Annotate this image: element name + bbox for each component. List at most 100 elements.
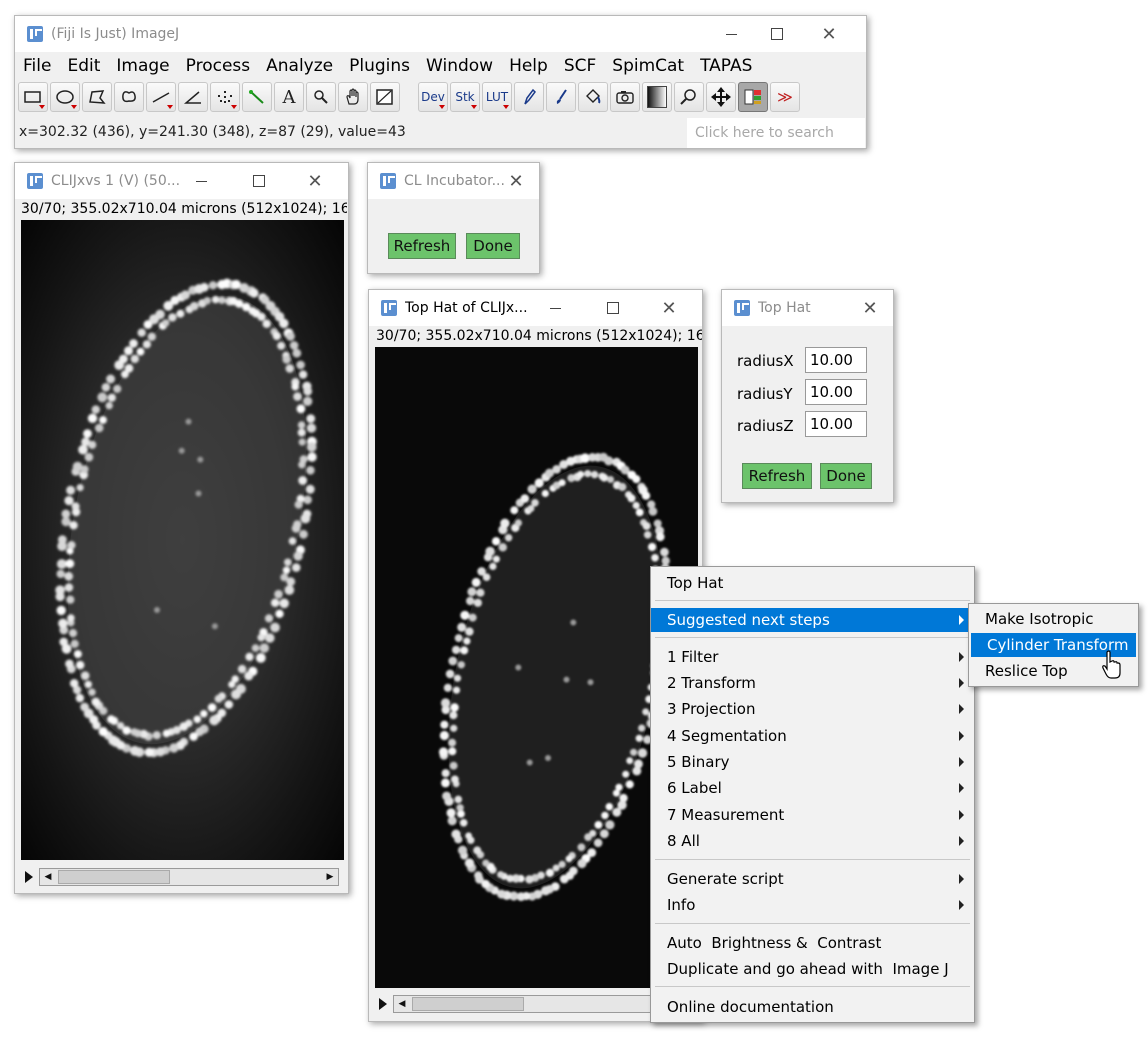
- nucleus-dot: [296, 404, 306, 414]
- menu-item-transform[interactable]: 2 Transform: [651, 671, 974, 695]
- tophat-titlebar[interactable]: Top Hat ✕: [722, 290, 893, 326]
- close-icon: ✕: [862, 297, 878, 319]
- close-button[interactable]: ✕: [806, 16, 852, 52]
- menu-item-measurement[interactable]: 7 Measurement: [651, 803, 974, 827]
- nucleus-dot: [279, 598, 290, 609]
- image1-canvas[interactable]: [21, 220, 344, 860]
- maximize-button[interactable]: [754, 16, 800, 52]
- incubator-titlebar[interactable]: CL Incubator... ✕: [368, 163, 539, 199]
- hand-tool-icon[interactable]: [338, 82, 368, 112]
- menu-plugins[interactable]: Plugins: [341, 56, 418, 76]
- pencil-tool-icon[interactable]: [514, 82, 544, 112]
- done-button[interactable]: Done: [820, 463, 872, 489]
- color-picker-tool-icon[interactable]: [370, 82, 400, 112]
- image1-slice-scroller: ◀ ▶: [25, 866, 339, 888]
- menu-edit[interactable]: Edit: [59, 56, 108, 76]
- radiusz-field[interactable]: 10.00: [805, 411, 867, 437]
- minimize-button[interactable]: [178, 163, 224, 199]
- menu-scf[interactable]: SCF: [556, 56, 604, 76]
- scroll-left-icon[interactable]: ◀: [40, 869, 56, 885]
- oval-tool-icon[interactable]: [50, 82, 80, 112]
- angle-tool-icon[interactable]: [178, 82, 208, 112]
- image1-titlebar[interactable]: CLIJxvs 1 (V) (50... ✕: [15, 163, 348, 199]
- flood-fill-tool-icon[interactable]: [578, 82, 608, 112]
- nucleus-dot: [450, 703, 459, 712]
- paintbrush-tool-icon[interactable]: [546, 82, 576, 112]
- menu-process[interactable]: Process: [178, 56, 259, 76]
- image1-scrollbar[interactable]: ◀ ▶: [39, 868, 339, 886]
- move-tool-icon[interactable]: [706, 82, 736, 112]
- menu-spimcat[interactable]: SpimCat: [604, 56, 692, 76]
- image2-scrollbar[interactable]: ◀: [393, 995, 693, 1013]
- menu-item-duplicate[interactable]: Duplicate and go ahead with Image J: [651, 957, 974, 981]
- main-titlebar[interactable]: (Fiji Is Just) ImageJ ✕: [15, 16, 866, 52]
- radiusx-field[interactable]: 10.00: [805, 347, 867, 373]
- image2-titlebar[interactable]: Top Hat of CLIJx... ✕: [369, 290, 702, 326]
- radiusy-field[interactable]: 10.00: [805, 379, 867, 405]
- close-button[interactable]: ✕: [847, 290, 893, 326]
- nucleus-dot: [303, 386, 313, 396]
- scroll-left-icon[interactable]: ◀: [394, 996, 410, 1012]
- menu-item-auto-brightness[interactable]: Auto Brightness & Contrast: [651, 931, 974, 955]
- magnifier-tool-icon[interactable]: [306, 82, 336, 112]
- menu-item-projection[interactable]: 3 Projection: [651, 697, 974, 721]
- menu-help[interactable]: Help: [501, 56, 556, 76]
- search-input[interactable]: Click here to search: [687, 118, 865, 148]
- gradient-tool-icon[interactable]: [642, 82, 672, 112]
- close-button[interactable]: ✕: [292, 163, 338, 199]
- point-tool-icon[interactable]: [210, 82, 240, 112]
- menu-item-segmentation[interactable]: 4 Segmentation: [651, 724, 974, 748]
- zoom-tool-icon[interactable]: [674, 82, 704, 112]
- maximize-button[interactable]: [590, 290, 636, 326]
- lut-menu-icon[interactable]: LUT: [482, 82, 512, 112]
- menu-file[interactable]: File: [15, 56, 59, 76]
- menu-item-filter[interactable]: 1 Filter: [651, 645, 974, 669]
- menu-item-online-documentation[interactable]: Online documentation: [651, 995, 974, 1019]
- menu-item-top-hat[interactable]: Top Hat: [651, 571, 974, 595]
- nucleus-dot: [272, 331, 281, 341]
- menu-item-generate-script[interactable]: Generate script: [651, 867, 974, 891]
- menu-tapas[interactable]: TAPAS: [692, 56, 760, 76]
- menu-item-label[interactable]: 6 Label: [651, 776, 974, 800]
- color-tool-icon[interactable]: [738, 82, 768, 112]
- rectangle-tool-icon[interactable]: [18, 82, 48, 112]
- refresh-button[interactable]: Refresh: [742, 463, 812, 489]
- nucleus-dot: [298, 461, 306, 469]
- nucleus-dot: [64, 583, 74, 592]
- play-icon[interactable]: [25, 871, 33, 883]
- wand-tool-icon[interactable]: [242, 82, 272, 112]
- menu-item-suggested-next-steps[interactable]: Suggested next steps: [651, 608, 974, 632]
- menu-analyze[interactable]: Analyze: [258, 56, 341, 76]
- camera-tool-icon[interactable]: [610, 82, 640, 112]
- line-tool-icon[interactable]: [146, 82, 176, 112]
- text-tool-icon[interactable]: A: [274, 82, 304, 112]
- menu-image[interactable]: Image: [108, 56, 177, 76]
- scroll-right-icon[interactable]: ▶: [322, 869, 338, 885]
- more-tools-icon[interactable]: ≫: [770, 82, 800, 112]
- freehand-tool-icon[interactable]: [114, 82, 144, 112]
- menu-item-binary[interactable]: 5 Binary: [651, 750, 974, 774]
- nucleus-dot: [291, 523, 301, 533]
- menu-item-all[interactable]: 8 All: [651, 829, 974, 853]
- done-button[interactable]: Done: [466, 233, 520, 259]
- polygon-tool-icon[interactable]: [82, 82, 112, 112]
- minimize-button[interactable]: [532, 290, 578, 326]
- minimize-button[interactable]: [708, 16, 754, 52]
- dev-menu-icon[interactable]: Dev: [418, 82, 448, 112]
- play-icon[interactable]: [379, 998, 387, 1010]
- refresh-button[interactable]: Refresh: [388, 233, 456, 259]
- nucleus-dot: [199, 282, 209, 292]
- nucleus-dot: [203, 297, 211, 305]
- menu-item-info[interactable]: Info: [651, 893, 974, 917]
- nucleus-dot: [451, 829, 461, 839]
- stk-menu-icon[interactable]: Stk: [450, 82, 480, 112]
- close-button[interactable]: ✕: [646, 290, 692, 326]
- scroll-thumb[interactable]: [58, 870, 170, 884]
- nucleus-dot: [465, 627, 474, 636]
- submenu-item-make-isotropic[interactable]: Make Isotropic: [969, 607, 1138, 631]
- scroll-thumb[interactable]: [412, 997, 524, 1011]
- menu-window[interactable]: Window: [418, 56, 501, 76]
- close-button[interactable]: ✕: [493, 163, 539, 199]
- maximize-button[interactable]: [236, 163, 282, 199]
- nucleus-dot: [541, 886, 551, 896]
